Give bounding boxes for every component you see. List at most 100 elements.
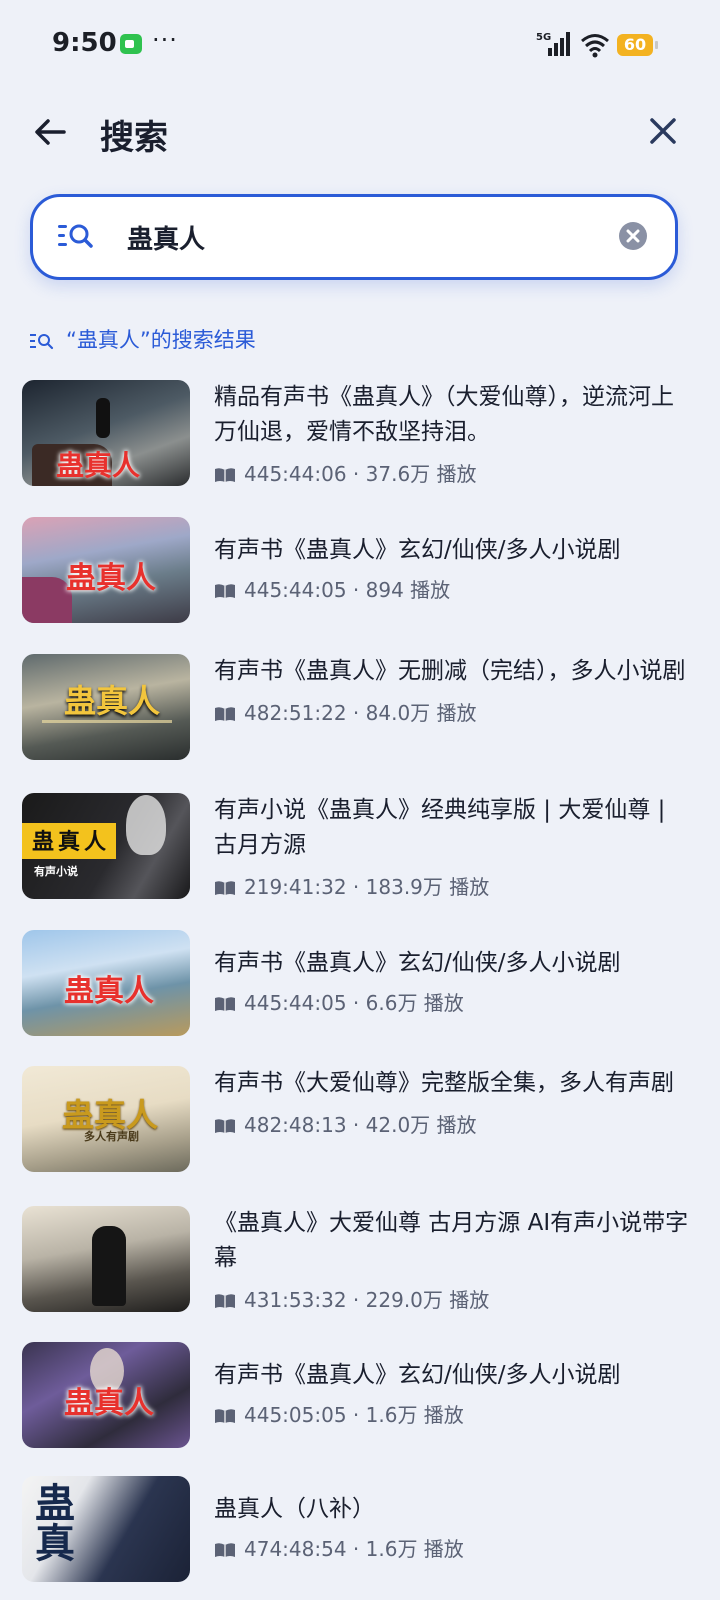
item-title: 有声书《大爱仙尊》完整版全集，多人有声剧 [214, 1070, 674, 1096]
thumbnail: 蛊真人 [22, 654, 190, 760]
meta-separator: · [346, 991, 366, 1015]
item-duration: 445:05:05 [244, 1403, 347, 1427]
list-item[interactable]: 《蛊真人》大爱仙尊 古月方源 AI有声小说带字幕 431:53:32 · 229… [0, 1206, 720, 1316]
book-icon [215, 881, 235, 895]
item-duration: 445:44:06 [244, 462, 347, 486]
item-duration: 482:51:22 [244, 701, 347, 725]
thumb-title: 蛊真人 [56, 449, 141, 482]
thumb-subtitle: 多人有声剧 [84, 1130, 139, 1143]
meta-separator: · [346, 578, 366, 602]
thumb-subtitle: 有声小说 [34, 865, 78, 878]
back-arrow-icon[interactable] [32, 114, 68, 150]
thumbnail: 蛊真人 [22, 1342, 190, 1448]
item-plays: 1.6万 播放 [365, 1537, 464, 1561]
status-time: 9:50 [52, 28, 117, 58]
item-title: 有声书《蛊真人》无删减（完结），多人小说剧 [214, 658, 686, 684]
results-query: 蛊真人 [76, 328, 140, 352]
meta-separator: · [346, 875, 366, 899]
thumb-title: 蛊真人 [64, 974, 154, 1009]
item-meta: 445:44:06 · 37.6万 播放 [214, 458, 694, 487]
list-item[interactable]: 蛊真 蛊真人（八补） 474:48:54 · 1.6万 播放 [0, 1476, 720, 1586]
item-duration: 482:48:13 [244, 1113, 347, 1137]
item-meta: 445:05:05 · 1.6万 播放 [214, 1399, 694, 1428]
item-title: 有声书《蛊真人》玄幻/仙侠/多人小说剧 [214, 950, 621, 976]
more-notifications-icon: ··· [152, 26, 178, 54]
results-label: “蛊真人”的搜索结果 [66, 324, 256, 354]
book-icon [215, 584, 235, 598]
search-box[interactable] [30, 194, 678, 280]
thumbnail: 蛊真人 多人有声剧 [22, 1066, 190, 1172]
list-item[interactable]: 蛊真人 精品有声书《蛊真人》（大爱仙尊），逆流河上万仙退，爱情不敌坚持泪。 44… [0, 380, 720, 490]
meta-separator: · [346, 1537, 366, 1561]
results-suffix: ”的搜索结果 [139, 328, 256, 352]
search-list-icon [30, 334, 54, 350]
item-title: 《蛊真人》大爱仙尊 古月方源 AI有声小说带字幕 [214, 1210, 689, 1271]
book-icon [215, 468, 235, 482]
item-duration: 431:53:32 [244, 1288, 347, 1312]
page-title: 搜索 [100, 118, 168, 158]
thumbnail: 蛊真人 [22, 517, 190, 623]
item-meta: 219:41:32 · 183.9万 播放 [214, 871, 694, 900]
item-meta: 482:51:22 · 84.0万 播放 [214, 697, 694, 726]
item-plays: 42.0万 播放 [365, 1113, 477, 1137]
item-duration: 219:41:32 [244, 875, 347, 899]
thumb-title: 蛊真 [28, 1482, 74, 1562]
item-plays: 6.6万 播放 [365, 991, 464, 1015]
item-meta: 445:44:05 · 894 播放 [214, 574, 694, 603]
thumb-title: 蛊真人 [64, 1386, 154, 1421]
list-item[interactable]: 蛊真人 有声书《蛊真人》无删减（完结），多人小说剧 482:51:22 · 84… [0, 654, 720, 764]
status-bar: 9:50 ··· 5G 60 [0, 0, 720, 92]
item-plays: 894 播放 [365, 578, 451, 602]
book-icon [215, 1294, 235, 1308]
meta-separator: · [346, 1288, 366, 1312]
item-meta: 445:44:05 · 6.6万 播放 [214, 987, 694, 1016]
list-item[interactable]: 蛊真人 有声书《蛊真人》玄幻/仙侠/多人小说剧 445:05:05 · 1.6万… [0, 1342, 720, 1452]
close-icon[interactable] [646, 114, 680, 148]
item-title: 有声书《蛊真人》玄幻/仙侠/多人小说剧 [214, 1362, 621, 1388]
item-duration: 445:44:05 [244, 991, 347, 1015]
item-plays: 229.0万 播放 [365, 1288, 490, 1312]
thumb-title: 蛊真人 [64, 682, 161, 720]
thumbnail: 蛊真 [22, 1476, 190, 1582]
thumbnail: 蛊真人 有声小说 [22, 793, 190, 899]
item-duration: 474:48:54 [244, 1537, 347, 1561]
list-item[interactable]: 蛊真人 多人有声剧 有声书《大爱仙尊》完整版全集，多人有声剧 482:48:13… [0, 1066, 720, 1176]
book-icon [215, 997, 235, 1011]
meta-separator: · [346, 462, 366, 486]
list-item[interactable]: 蛊真人 有声小说 有声小说《蛊真人》经典纯享版 | 大爱仙尊 | 古月方源 21… [0, 793, 720, 903]
book-icon [215, 1119, 235, 1133]
battery-indicator: 60 [617, 34, 658, 56]
network-label: 5G [536, 32, 551, 43]
thumb-title: 蛊真人 [32, 830, 111, 855]
item-plays: 183.9万 播放 [365, 875, 490, 899]
thumb-title: 蛊真人 [66, 561, 156, 596]
meta-separator: · [346, 1113, 366, 1137]
item-title: 蛊真人（八补） [214, 1496, 375, 1522]
thumbnail: 蛊真人 [22, 380, 190, 486]
search-list-icon [58, 224, 93, 248]
item-meta: 431:53:32 · 229.0万 播放 [214, 1284, 694, 1313]
cellular-signal-icon: 5G [536, 32, 570, 56]
meta-separator: · [346, 701, 366, 725]
book-icon [215, 707, 235, 721]
clear-search-icon[interactable] [619, 222, 647, 250]
thumbnail: 蛊真人 [22, 930, 190, 1036]
item-meta: 482:48:13 · 42.0万 播放 [214, 1109, 694, 1138]
thumbnail [22, 1206, 190, 1312]
list-item[interactable]: 蛊真人 有声书《蛊真人》玄幻/仙侠/多人小说剧 445:44:05 · 894 … [0, 517, 720, 627]
item-title: 有声小说《蛊真人》经典纯享版 | 大爱仙尊 | 古月方源 [214, 797, 666, 858]
item-title: 精品有声书《蛊真人》（大爱仙尊），逆流河上万仙退，爱情不敌坚持泪。 [214, 384, 674, 445]
item-plays: 37.6万 播放 [365, 462, 477, 486]
header: 搜索 [0, 100, 720, 170]
search-input[interactable] [125, 213, 599, 261]
item-plays: 84.0万 播放 [365, 701, 477, 725]
results-quote-open: “ [66, 328, 77, 352]
item-meta: 474:48:54 · 1.6万 播放 [214, 1533, 694, 1562]
book-icon [215, 1543, 235, 1557]
meta-separator: · [346, 1403, 366, 1427]
item-plays: 1.6万 播放 [365, 1403, 464, 1427]
camera-indicator-icon [120, 34, 142, 54]
book-icon [215, 1409, 235, 1423]
list-item[interactable]: 蛊真人 有声书《蛊真人》玄幻/仙侠/多人小说剧 445:44:05 · 6.6万… [0, 930, 720, 1040]
item-title: 有声书《蛊真人》玄幻/仙侠/多人小说剧 [214, 537, 621, 563]
